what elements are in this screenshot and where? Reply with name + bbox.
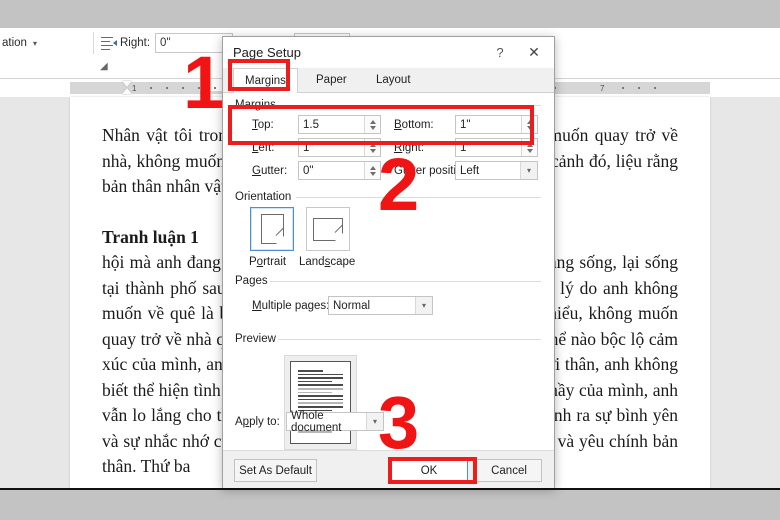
page-setup-dialog[interactable]: Page Setup ? ✕ Margins Paper Layout Marg…: [222, 36, 555, 488]
paragraph-dialog-launcher-icon[interactable]: ◢: [100, 61, 111, 72]
top-grey-band: [0, 0, 780, 28]
landscape-page-icon: [313, 217, 343, 241]
right-indent-label: Right:: [120, 37, 151, 49]
cancel-label: Cancel: [491, 464, 527, 477]
chevron-down-icon: ▾: [520, 162, 537, 179]
portrait-page-icon: [260, 214, 284, 244]
tab-margins[interactable]: Margins: [233, 68, 298, 94]
tab-margins-label: Margins: [245, 75, 286, 87]
chevron-down-icon: ▾: [366, 413, 383, 430]
bottom-margin-label: Bottom:: [394, 119, 434, 131]
ribbon-divider: [93, 32, 94, 54]
margins-group-rule: [283, 105, 541, 106]
indent-right-icon: [101, 36, 117, 50]
multiple-pages-value: Normal: [333, 299, 371, 312]
first-line-indent-marker[interactable]: [122, 81, 132, 87]
tab-layout-label: Layout: [376, 74, 411, 86]
margins-group-title: Margins: [235, 99, 281, 111]
top-margin-value: 1.5: [303, 118, 319, 131]
ruler-mark-4: 7: [600, 84, 605, 93]
gutter-label: Gutter:: [252, 165, 288, 177]
left-margin-value: 1": [303, 141, 314, 154]
right-margin-value: 1": [460, 141, 471, 154]
orientation-label: ation: [2, 37, 27, 49]
bottom-margin-value: 1": [460, 118, 471, 131]
close-x-icon[interactable]: ✕: [520, 43, 548, 63]
set-as-default-label: Set As Default: [239, 464, 312, 477]
ok-label: OK: [420, 464, 438, 477]
ok-button[interactable]: OK: [390, 459, 468, 482]
gutter-value: 0": [303, 164, 314, 177]
orientation-portrait-label: Portrait: [249, 256, 287, 268]
left-margin-spinner[interactable]: [364, 139, 380, 156]
right-margin-label: Right:: [394, 142, 425, 154]
left-margin-label: Left:: [252, 142, 275, 154]
margins-panel: Margins Top: 1.5 Bottom: 1" Left: 1" Rig…: [223, 93, 554, 450]
pages-group-title: Pages: [235, 275, 273, 287]
orientation-landscape-option[interactable]: [306, 207, 350, 251]
dialog-title-bar[interactable]: Page Setup ? ✕: [223, 37, 554, 68]
page-preview-thumbnail: [284, 355, 357, 450]
orientation-dropdown[interactable]: ation ▾: [0, 32, 86, 54]
top-margin-input[interactable]: 1.5: [298, 115, 381, 134]
gutter-input[interactable]: 0": [298, 161, 381, 180]
bottom-grey-band: [0, 488, 780, 520]
right-indent-control[interactable]: Right: 0": [101, 32, 234, 54]
apply-to-select[interactable]: Whole document ▾: [286, 409, 384, 434]
screenshot-root: ation ▾ Right: 0" ◢ 1 7 Nhân vật tôi tro…: [0, 0, 780, 520]
gutter-position-select[interactable]: Left ▾: [455, 161, 538, 180]
chevron-down-icon: ▾: [415, 297, 432, 314]
orientation-group-title: Orientation: [235, 191, 297, 203]
orientation-landscape-label: Landscape: [299, 256, 356, 268]
orientation-group-rule: [296, 197, 541, 198]
gutter-spinner[interactable]: [364, 162, 380, 179]
bottom-margin-spinner[interactable]: [521, 116, 537, 133]
left-margin-input[interactable]: 1": [298, 138, 381, 157]
right-margin-input[interactable]: 1": [455, 138, 538, 157]
apply-to-value: Whole document: [291, 409, 342, 434]
help-question-icon[interactable]: ?: [488, 43, 512, 63]
gutter-position-value: Left: [460, 164, 480, 177]
preview-group-title: Preview: [235, 333, 281, 345]
ruler-mark-1: 1: [132, 84, 137, 93]
dialog-tabs: Margins Paper Layout: [223, 68, 554, 94]
hanging-indent-marker[interactable]: [122, 88, 132, 94]
apply-to-label: Apply to:: [235, 416, 280, 428]
multiple-pages-select[interactable]: Normal ▾: [328, 296, 433, 315]
right-indent-value: 0": [160, 37, 171, 49]
tab-layout[interactable]: Layout: [365, 68, 422, 93]
bottom-margin-input[interactable]: 1": [455, 115, 538, 134]
top-margin-label: Top:: [252, 119, 274, 131]
pages-group-rule: [270, 281, 541, 282]
preview-group-rule: [278, 339, 541, 340]
cancel-button[interactable]: Cancel: [476, 459, 542, 482]
tab-paper[interactable]: Paper: [305, 68, 358, 93]
orientation-portrait-option[interactable]: [250, 207, 294, 251]
set-as-default-button[interactable]: Set As Default: [234, 459, 317, 482]
dialog-footer: Set As Default OK Cancel: [223, 450, 554, 488]
top-margin-spinner[interactable]: [364, 116, 380, 133]
right-margin-spinner[interactable]: [521, 139, 537, 156]
multiple-pages-label: Multiple pages:: [252, 300, 330, 312]
dialog-title: Page Setup: [233, 45, 301, 60]
tab-paper-label: Paper: [316, 74, 347, 86]
chevron-down-icon: ▾: [32, 38, 37, 48]
